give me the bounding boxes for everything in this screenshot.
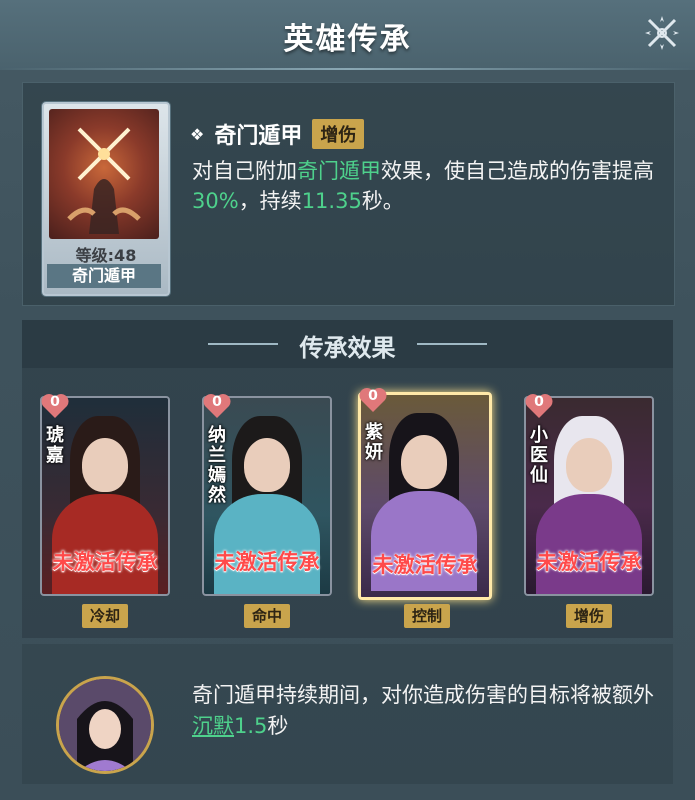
desc-text: 效果，使自己造成的伤害提高 xyxy=(381,159,654,183)
skill-title-row: ❖ 奇门遁甲 增伤 xyxy=(190,118,365,150)
diamond-bullet-icon: ❖ xyxy=(190,124,205,144)
skill-description: 对自己附加奇门遁甲效果，使自己造成的伤害提高 30%，持续11.35秒。 xyxy=(192,156,662,216)
close-icon xyxy=(645,16,679,50)
hero-card-selected[interactable]: 紫妍 未激活传承 xyxy=(358,392,492,600)
section-title: 传承效果 xyxy=(299,334,396,362)
effect-duration: 1.5 xyxy=(234,714,268,738)
card-tag: 增伤 xyxy=(566,604,613,628)
desc-highlight-percent: 30% xyxy=(192,189,239,213)
skill-type-badge: 增伤 xyxy=(312,119,365,149)
inheritance-status: 未激活传承 xyxy=(214,550,320,574)
close-button[interactable] xyxy=(643,14,681,52)
effect-text: 奇门遁甲持续期间，对你造成伤害的目标将被额外 xyxy=(192,683,654,707)
inheritance-status: 未激活传承 xyxy=(536,550,642,574)
hero-card[interactable]: 纳兰嫣然 未激活传承 xyxy=(202,396,332,596)
affinity-count: 0 xyxy=(212,394,222,410)
card-tag: 冷却 xyxy=(82,604,129,628)
page-title: 英雄传承 xyxy=(283,22,412,57)
skill-level: 等级:48 xyxy=(75,246,137,265)
effect-description: 奇门遁甲持续期间，对你造成伤害的目标将被额外沉默1.5秒 xyxy=(192,680,662,742)
card-tag: 控制 xyxy=(404,604,451,628)
hero-inheritance-panel: 英雄传承 等级:48 奇门遁甲 ❖ 奇门遁甲 增伤 对自己附加奇门遁甲效果，使自… xyxy=(0,0,695,800)
hero-card[interactable]: 小医仙 未激活传承 xyxy=(524,396,654,596)
inheritance-status: 未激活传承 xyxy=(372,553,478,577)
skill-icon-name: 奇门遁甲 xyxy=(47,264,161,288)
divider-ornament-icon xyxy=(417,343,487,345)
desc-highlight-duration: 11.35 xyxy=(301,189,362,213)
desc-text: 秒。 xyxy=(361,189,404,213)
desc-text: ，持续 xyxy=(238,189,302,213)
panel-header: 英雄传承 xyxy=(0,0,695,70)
affinity-count: 0 xyxy=(368,388,378,404)
skill-icon-card[interactable]: 等级:48 奇门遁甲 xyxy=(42,102,170,296)
desc-text: 对自己附加 xyxy=(192,159,297,183)
effect-keyword-link[interactable]: 沉默 xyxy=(192,714,234,738)
section-header: 传承效果 xyxy=(22,320,673,368)
inheritance-status: 未激活传承 xyxy=(52,550,158,574)
crossed-swords-icon xyxy=(49,109,159,239)
hero-name: 琥嘉 xyxy=(46,425,64,466)
heart-icon: 0 xyxy=(358,386,388,414)
skill-name: 奇门遁甲 xyxy=(214,124,303,149)
hero-avatar[interactable] xyxy=(56,676,154,774)
card-tag: 命中 xyxy=(244,604,291,628)
heart-icon: 0 xyxy=(202,392,232,420)
hero-name: 小医仙 xyxy=(530,425,548,486)
hero-name: 紫妍 xyxy=(365,422,383,463)
affinity-count: 0 xyxy=(534,394,544,410)
hero-name: 纳兰嫣然 xyxy=(208,425,226,506)
hero-card[interactable]: 琥嘉 未激活传承 xyxy=(40,396,170,596)
effect-text: 秒 xyxy=(267,714,289,738)
heart-icon: 0 xyxy=(40,392,70,420)
desc-highlight-skill: 奇门遁甲 xyxy=(297,159,381,183)
affinity-count: 0 xyxy=(50,394,60,410)
heart-icon: 0 xyxy=(524,392,554,420)
